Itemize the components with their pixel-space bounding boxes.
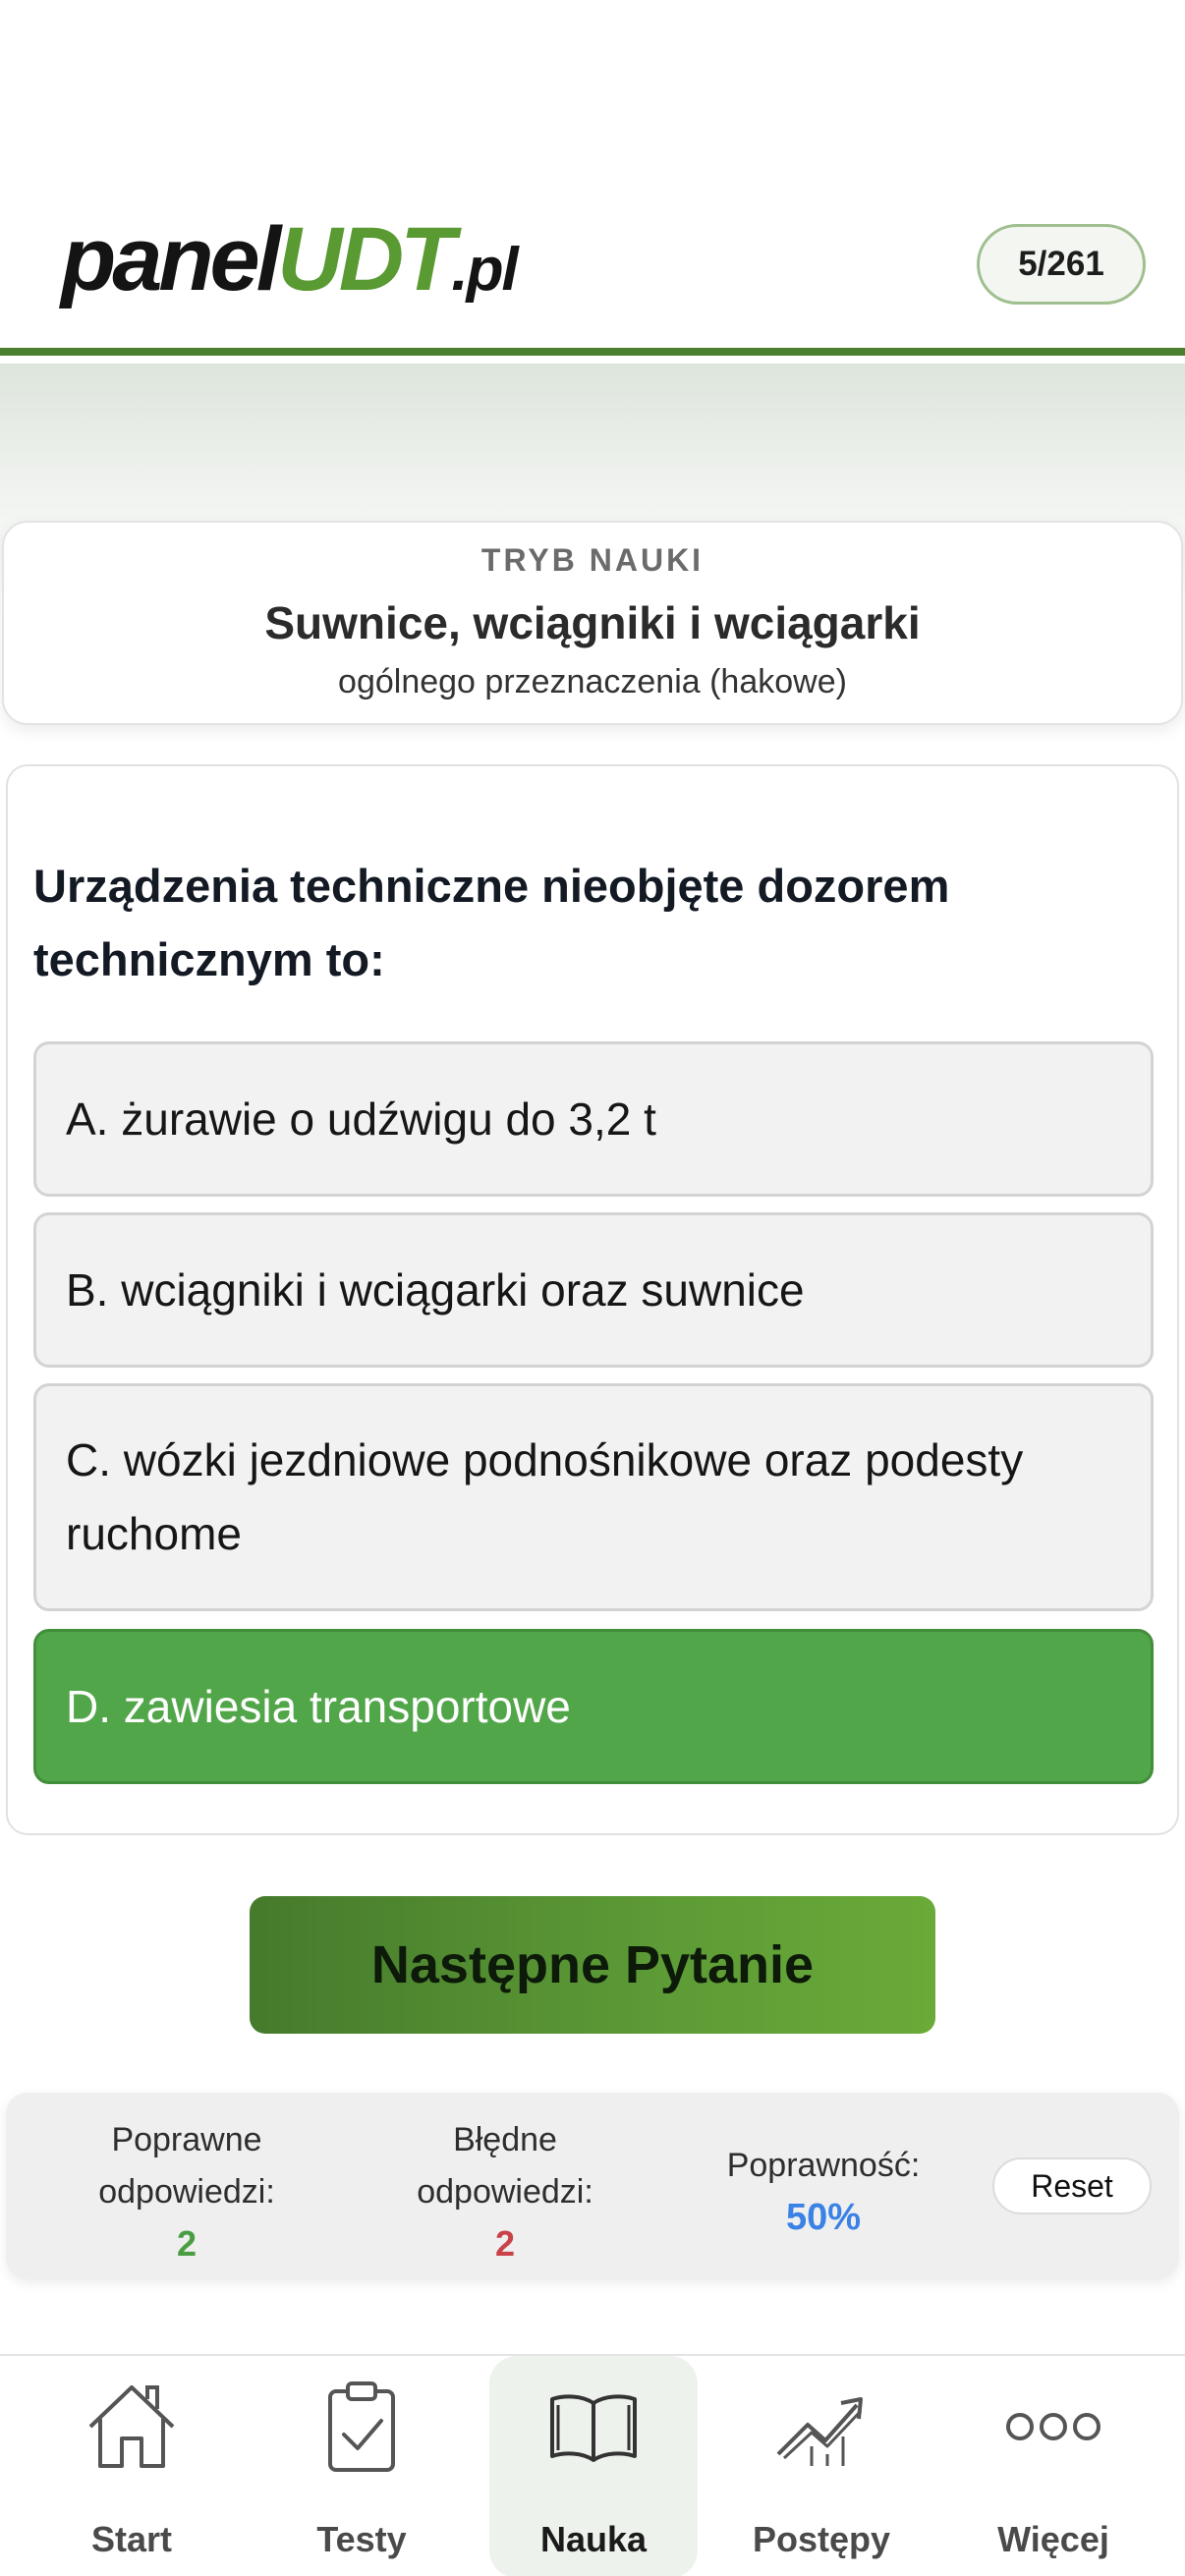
- bottom-tab-bar: Start Testy Nauka Postępy Więcej: [0, 2354, 1185, 2576]
- paneludt-logo[interactable]: panelUDT.pl: [61, 214, 519, 305]
- more-dots-icon: [1006, 2413, 1100, 2440]
- open-book-icon: [550, 2394, 637, 2462]
- clipboard-check-icon: [328, 2381, 395, 2472]
- house-icon: [88, 2385, 175, 2468]
- tab-start-label: Start: [90, 2519, 173, 2559]
- answer-option-a[interactable]: A. żurawie o udźwigu do 3,2 t: [33, 1041, 1154, 1197]
- tab-nauka-label: Nauka: [539, 2519, 648, 2559]
- tab-start[interactable]: Start: [28, 2356, 236, 2576]
- tab-testy-label: Testy: [316, 2519, 407, 2559]
- logo-text-domain: .pl: [451, 236, 518, 304]
- stat-correct-label: Poprawne odpowiedzi:: [98, 2121, 275, 2211]
- logo-text-udt: UDT: [277, 209, 455, 309]
- category-title: Suwnice, wciągniki i wciągarki: [264, 597, 921, 648]
- app-header: panelUDT.pl 5/261: [0, 0, 1185, 356]
- tab-postepy-label: Postępy: [752, 2519, 891, 2559]
- logo-text-panel: panel: [61, 209, 281, 309]
- tab-wiecej-label: Więcej: [997, 2519, 1109, 2559]
- category-subtitle: ogólnego przeznaczenia (hakowe): [338, 663, 847, 700]
- mode-label: TRYB NAUKI: [480, 542, 705, 578]
- stat-wrong: Błędne odpowiedzi: 2: [377, 2093, 633, 2279]
- question-text: Urządzenia techniczne nieobjęte dozorem …: [33, 860, 950, 985]
- stat-wrong-value: 2: [494, 2223, 516, 2264]
- tab-nauka[interactable]: Nauka: [489, 2356, 698, 2576]
- stat-correct: Poprawne odpowiedzi: 2: [59, 2093, 314, 2279]
- answer-option-b[interactable]: B. wciągniki i wciągarki oraz suwnice: [33, 1212, 1154, 1368]
- tab-wiecej[interactable]: Więcej: [949, 2356, 1157, 2576]
- question-card: Urządzenia techniczne nieobjęte dozorem …: [6, 764, 1179, 1835]
- trend-up-icon: [776, 2397, 863, 2466]
- app-screen: panelUDT.pl 5/261 TRYB NAUKI Suwnice, wc…: [0, 0, 1185, 2576]
- stat-accuracy-value: 50%: [785, 2197, 862, 2238]
- tab-postepy[interactable]: Postępy: [717, 2356, 926, 2576]
- mode-card: TRYB NAUKI Suwnice, wciągniki i wciągark…: [2, 521, 1183, 725]
- next-question-button[interactable]: Następne Pytanie: [250, 1896, 935, 2034]
- tab-testy[interactable]: Testy: [257, 2356, 466, 2576]
- answer-option-c[interactable]: C. wózki jezdniowe podnośnikowe oraz pod…: [33, 1383, 1154, 1611]
- stat-wrong-label: Błędne odpowiedzi:: [417, 2121, 593, 2211]
- question-counter-badge: 5/261: [977, 224, 1146, 305]
- stat-correct-value: 2: [176, 2223, 198, 2264]
- answer-option-d-correct[interactable]: D. zawiesia transportowe: [33, 1629, 1154, 1784]
- stats-bar: Poprawne odpowiedzi: 2 Błędne odpowiedzi…: [6, 2093, 1179, 2279]
- reset-button[interactable]: Reset: [992, 2157, 1152, 2214]
- stat-accuracy-label: Poprawność:: [726, 2147, 921, 2184]
- stat-accuracy: Poprawność: 50%: [696, 2093, 951, 2279]
